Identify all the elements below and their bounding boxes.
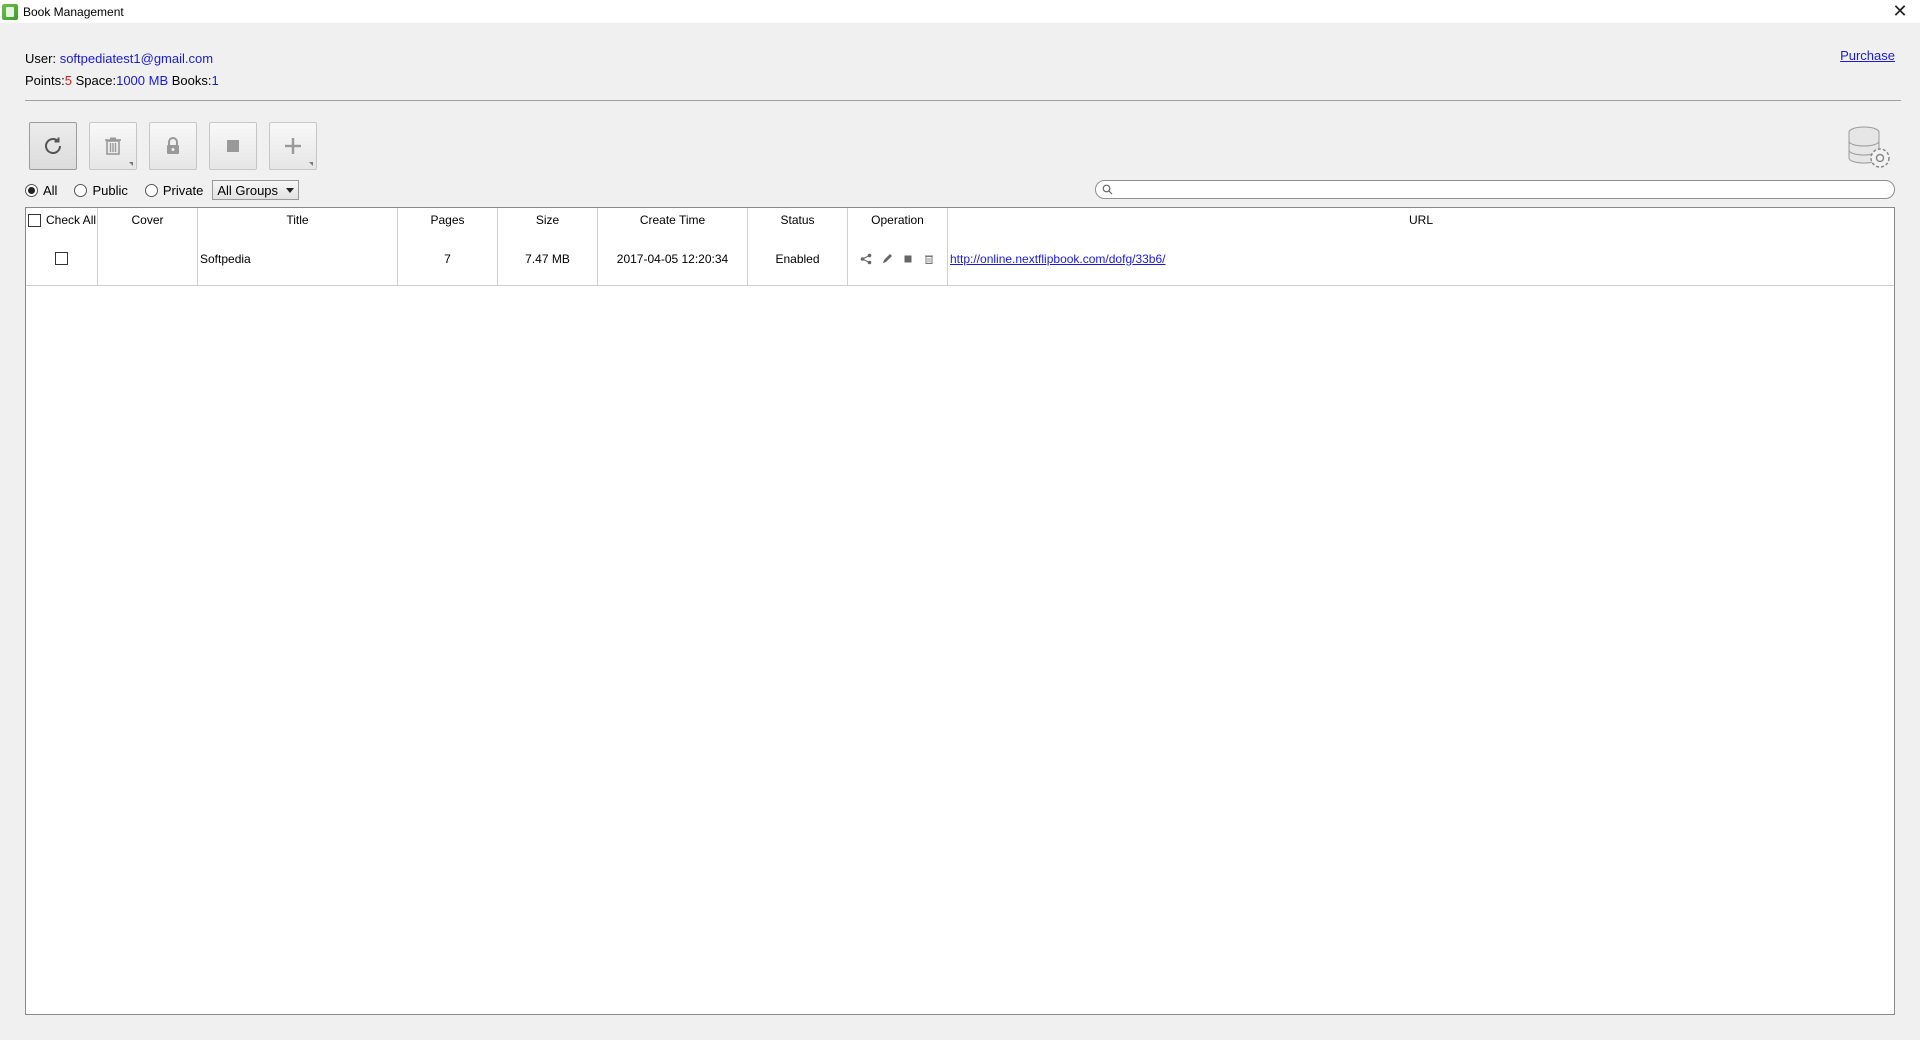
- refresh-button[interactable]: [29, 122, 77, 170]
- row-operations: [848, 232, 948, 285]
- filter-all-label: All: [43, 182, 58, 198]
- user-label: User:: [25, 51, 57, 66]
- share-button[interactable]: [860, 252, 873, 265]
- group-select[interactable]: All Groups: [212, 180, 300, 200]
- row-title: Softpedia: [198, 232, 398, 285]
- dropdown-corner-icon: [129, 162, 133, 166]
- header-title[interactable]: Title: [198, 208, 398, 232]
- search-input[interactable]: [1117, 181, 1894, 198]
- row-pages: 7: [398, 232, 498, 285]
- account-stats: Points:5 Space:1000 MB Books:1: [25, 70, 219, 92]
- row-url-cell: http://online.nextflipbook.com/dofg/33b6…: [948, 232, 1894, 285]
- app-book-icon: [2, 3, 18, 20]
- header-url[interactable]: URL: [948, 208, 1894, 232]
- chevron-down-icon: [286, 187, 295, 193]
- points-label: Points:: [25, 73, 65, 88]
- toolbar: [29, 122, 317, 170]
- lock-button[interactable]: [149, 122, 197, 170]
- row-status: Enabled: [748, 232, 848, 285]
- header-check-all[interactable]: Check All: [26, 208, 98, 232]
- filter-all-radio[interactable]: [25, 183, 38, 197]
- check-all-checkbox[interactable]: [28, 213, 41, 227]
- plus-icon: [285, 138, 301, 154]
- stop-icon: [227, 140, 239, 152]
- books-label: Books:: [171, 73, 212, 88]
- header-operation: Operation: [848, 208, 948, 232]
- filter-bar: All Public Private All Groups: [25, 180, 300, 200]
- user-line: User: softpediatest1@gmail.com: [25, 48, 219, 70]
- stop-button[interactable]: [209, 122, 257, 170]
- space-value: 1000 MB: [116, 73, 169, 88]
- title-bar: Book Management ✕: [0, 0, 1920, 23]
- row-url-link[interactable]: http://online.nextflipbook.com/dofg/33b6…: [950, 252, 1165, 266]
- share-icon: [860, 253, 872, 264]
- books-table: Check All Cover Title Pages Size Create …: [25, 207, 1895, 1015]
- search-icon: [1102, 184, 1113, 195]
- stop-icon: [904, 255, 912, 262]
- window-title: Book Management: [23, 4, 124, 19]
- pencil-icon: [883, 253, 892, 263]
- lock-icon: [167, 137, 179, 154]
- search-box[interactable]: [1095, 180, 1895, 199]
- check-all-label: Check All: [46, 213, 97, 227]
- books-value: 1: [211, 73, 219, 88]
- filter-public-radio[interactable]: [74, 183, 88, 197]
- header-status[interactable]: Status: [748, 208, 848, 232]
- points-value: 5: [64, 73, 72, 88]
- header-pages[interactable]: Pages: [398, 208, 498, 232]
- space-label: Space:: [75, 73, 117, 88]
- trash-icon: [105, 137, 121, 155]
- filter-private-radio[interactable]: [144, 183, 158, 197]
- row-check-cell: [26, 232, 98, 285]
- row-size: 7.47 MB: [498, 232, 598, 285]
- group-select-value: All Groups: [217, 182, 279, 198]
- filter-private-label: Private: [162, 182, 204, 198]
- header-cover[interactable]: Cover: [98, 208, 198, 232]
- table-header: Check All Cover Title Pages Size Create …: [26, 208, 1894, 232]
- refresh-icon: [45, 137, 61, 154]
- user-info: User: softpediatest1@gmail.com Points:5 …: [25, 48, 219, 92]
- header-create-time[interactable]: Create Time: [598, 208, 748, 232]
- filter-public-label: Public: [92, 182, 128, 198]
- delete-row-button[interactable]: [923, 252, 936, 265]
- dropdown-corner-icon: [309, 162, 313, 166]
- disable-button[interactable]: [902, 252, 915, 265]
- row-checkbox[interactable]: [55, 252, 68, 265]
- trash-icon: [925, 255, 933, 264]
- close-button[interactable]: ✕: [1880, 0, 1920, 23]
- delete-button[interactable]: [89, 122, 137, 170]
- user-email: softpediatest1@gmail.com: [59, 51, 214, 66]
- purchase-link[interactable]: Purchase: [1840, 48, 1895, 63]
- add-button[interactable]: [269, 122, 317, 170]
- edit-button[interactable]: [881, 252, 894, 265]
- header-divider: [25, 100, 1901, 101]
- table-row[interactable]: Softpedia 7 7.47 MB 2017-04-05 12:20:34 …: [26, 232, 1894, 286]
- header-size[interactable]: Size: [498, 208, 598, 232]
- row-cover: [98, 232, 198, 285]
- database-settings-icon[interactable]: [1846, 124, 1892, 170]
- row-create-time: 2017-04-05 12:20:34: [598, 232, 748, 285]
